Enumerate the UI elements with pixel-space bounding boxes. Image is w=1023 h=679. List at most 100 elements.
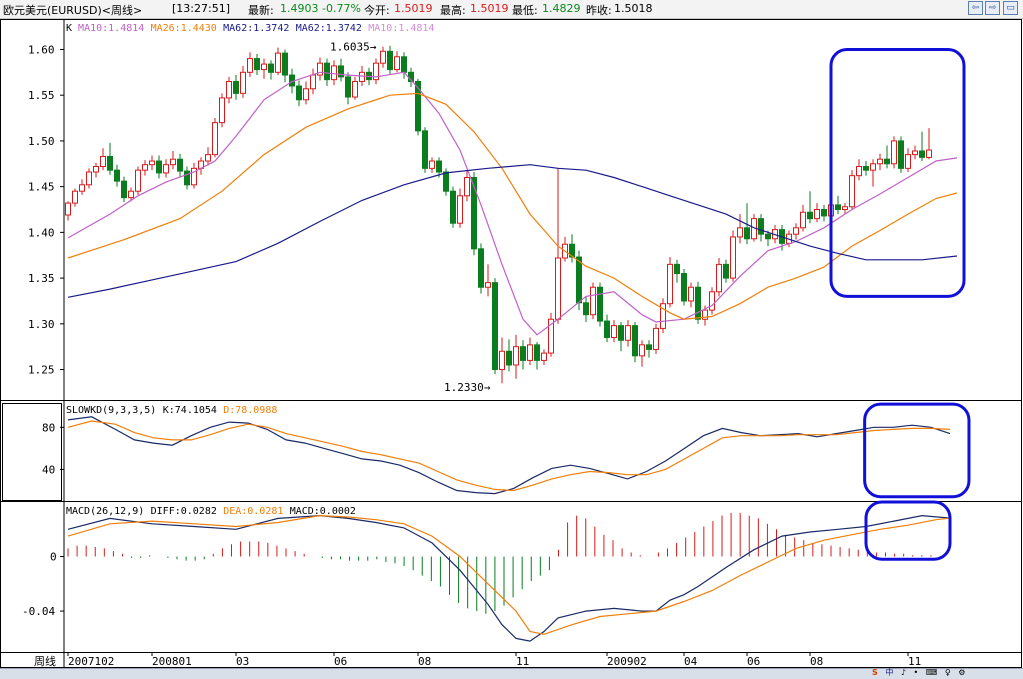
ime-settings-icon[interactable]: ⚙ [958,668,965,678]
ime-s-icon[interactable]: S [872,668,878,678]
candle-body [884,158,890,165]
candle [681,268,687,306]
title-bar: 欧元美元(EURUSD)<周线> [13:27:51] 最新: 1.4903 -… [0,0,1023,19]
candle [107,142,113,175]
candle-body [352,80,358,98]
x-axis-prefix: 周线 [34,654,56,668]
ime-user-icon[interactable]: ♀ [945,668,951,678]
candle [72,188,78,207]
price-y-tick-label: 1.30 [28,318,55,331]
price-legend-item: MA10:1.4814 [78,23,144,34]
candle [457,188,463,228]
candle [254,54,260,76]
ime-music-icon[interactable]: ♪ [901,668,906,678]
candle [646,340,652,358]
candle [219,93,225,128]
candle [212,118,218,158]
price-y-tick-label: 1.35 [28,272,55,285]
x-axis-tick-label: 08 [810,655,823,668]
candle-body [415,80,421,132]
candle-body [114,169,120,182]
kd-k-line [67,416,951,495]
candle [471,172,477,256]
low-price-label: 1.2330→ [444,381,491,394]
candle-body [527,344,533,361]
candle-body [184,170,190,186]
candle [65,201,71,221]
candle-body [870,163,876,171]
candle-body [730,236,736,279]
candle [156,155,162,179]
candle-body [506,350,512,366]
candle [653,323,659,354]
candle [541,349,547,365]
price-y-tick-label: 1.25 [28,364,55,377]
candle [611,320,617,343]
price-y-tick-label: 1.60 [28,43,55,56]
candle-body [618,325,624,341]
candle [275,47,281,76]
candle-body [156,160,162,174]
candle-body [723,263,729,279]
x-axis-tick-label: 04 [684,655,698,668]
candle-body [254,58,260,71]
candle [170,150,176,170]
annotation-box [864,500,952,561]
candle [569,234,575,263]
candle [499,337,505,384]
price-legend-item: MA26:1.4430 [151,23,217,34]
back-icon[interactable]: ⇦ [968,1,983,15]
candle-body [345,76,351,98]
candle-body [219,97,225,124]
candle [639,340,645,367]
candle-body [611,325,617,339]
candle [352,76,358,100]
candle [604,314,610,343]
open-value: 1.5019 [394,2,433,15]
candle-body [394,56,400,71]
last-label: 最新: [248,4,274,17]
candle [450,186,456,228]
last-value: 1.4903 [280,2,319,15]
candle-body [79,184,85,192]
price-legend-item: MA10:1.4814 [368,23,434,34]
candle-body [905,154,911,169]
candle [821,204,827,222]
annotation-box [863,402,971,499]
candle-body [821,209,827,217]
candle-body [576,256,582,304]
candle [198,157,204,175]
candle [926,128,932,160]
candle [660,298,666,333]
candle-body [681,273,687,302]
candle [261,58,267,79]
x-axis-tick-label: 200902 [607,655,647,668]
candle-body [107,155,113,171]
candle [387,45,393,75]
candle-body [716,263,722,293]
candle [597,282,603,327]
candle [233,75,239,100]
window-icon[interactable]: ▭ [1003,1,1018,15]
ime-keyboard-icon[interactable]: ⌨ [926,668,938,678]
candle-body [667,263,673,305]
ime-lang-icon[interactable]: 中 [885,668,893,678]
candle [177,153,183,178]
candle-body [177,158,183,172]
forward-icon[interactable]: ⇨ [985,1,1000,15]
candle [590,282,596,320]
candle-body [478,248,484,288]
candle-body [324,62,330,81]
candle [86,168,92,189]
candle-body [807,211,813,220]
candle [905,148,911,173]
candle-body [604,320,610,339]
kd-y-tick-label: 40 [42,463,55,476]
candle-body [646,344,652,350]
candle-body [625,325,631,341]
macd-y-tick-label: 0 [50,551,57,564]
price-legend-item: MA62:1.3742 [296,23,362,34]
candle [149,155,155,171]
ime-dot-icon[interactable]: • [914,668,919,678]
candle-body [688,286,694,302]
